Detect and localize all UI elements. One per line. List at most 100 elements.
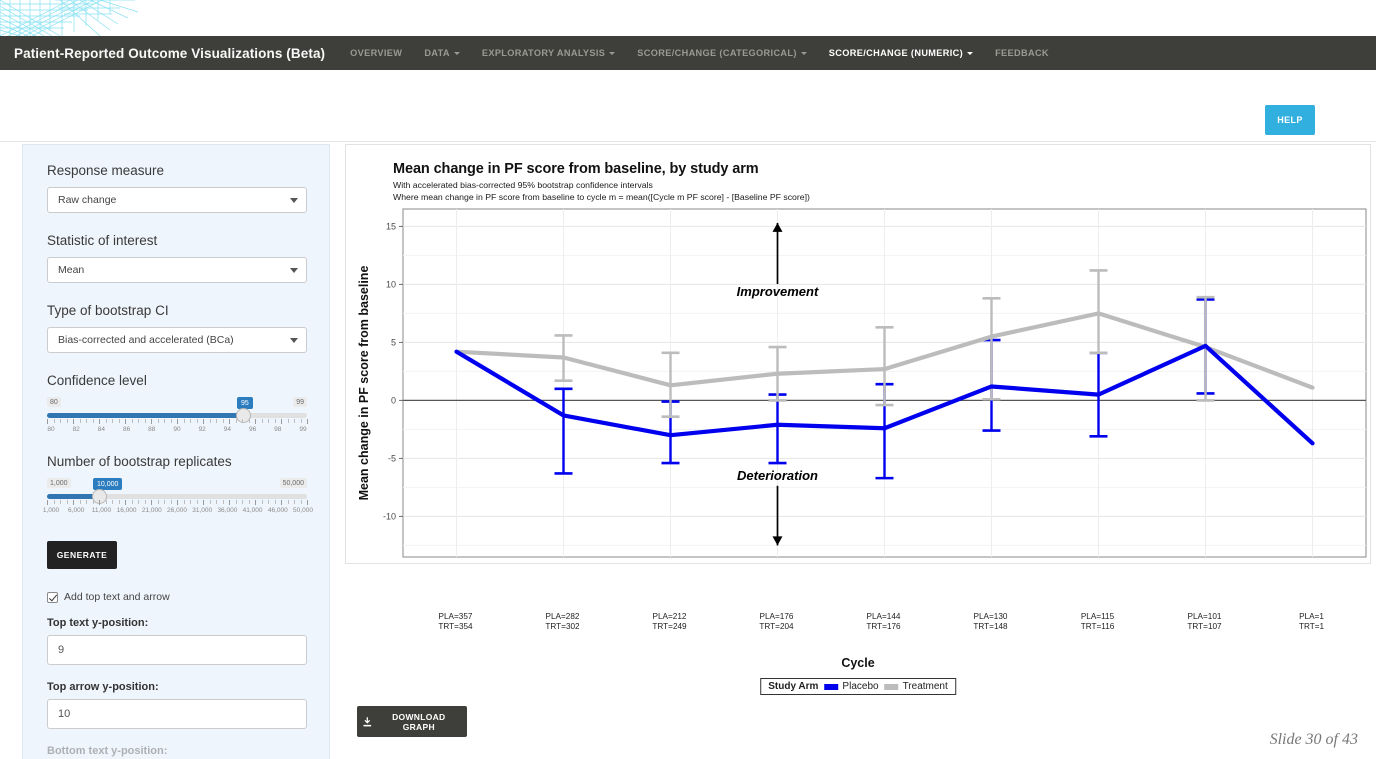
line-chart-svg: 15 10 5 0 -5 -10 Mean change in PF score from … xyxy=(357,208,1367,558)
nav-label: EXPLORATORY ANALYSIS xyxy=(481,48,606,58)
confidence-bubbles: 80 95 99 xyxy=(47,397,307,410)
chevron-down-icon xyxy=(967,52,974,56)
nav-item-score-change-categorical[interactable]: SCORE/CHANGE (CATEGORICAL) xyxy=(626,38,818,68)
response-measure-select[interactable]: Raw change xyxy=(47,187,307,213)
sample-size-block: PLA=1 TRT=1 xyxy=(1299,612,1324,632)
replicates-slider[interactable]: 1,000 10,000 50,000 1,000 6,000 11,000 16,0… xyxy=(43,478,313,517)
slider-tick-label: 98 xyxy=(274,426,282,433)
slider-tick-label: 82 xyxy=(72,426,80,433)
nav-item-overview[interactable]: OVERVIEW xyxy=(339,38,413,68)
sample-size-pla: PLA=176 xyxy=(759,612,794,621)
sample-size-block: PLA=357 TRT=354 xyxy=(438,612,472,632)
chevron-down-icon xyxy=(290,267,298,273)
replicates-track[interactable] xyxy=(47,489,307,504)
legend-title: Study Arm xyxy=(768,681,819,692)
annotation-improvement: Improvement xyxy=(737,284,819,299)
sample-size-pla: PLA=101 xyxy=(1187,612,1222,621)
slider-tick-label: 36,000 xyxy=(217,507,238,514)
slider-tick-label: 46,000 xyxy=(267,507,288,514)
nav-label: DATA xyxy=(424,48,450,58)
sample-size-trt: TRT=302 xyxy=(545,622,580,631)
checkbox-icon[interactable] xyxy=(47,591,58,603)
sample-size-pla: PLA=282 xyxy=(545,612,580,621)
sample-size-trt: TRT=148 xyxy=(973,622,1008,631)
top-text-y-input[interactable]: 9 xyxy=(47,635,307,665)
help-button[interactable]: HELP xyxy=(1265,105,1315,135)
response-measure-label: Response measure xyxy=(47,163,165,178)
legend-swatch-icon xyxy=(824,683,839,690)
add-top-text-checkbox-row[interactable]: Add top text and arrow xyxy=(47,591,305,603)
nav-item-score-change-numeric[interactable]: SCORE/CHANGE (NUMERIC) xyxy=(818,38,984,68)
slide-number: Slide 30 of 43 xyxy=(1269,731,1358,748)
legend-label: Treatment xyxy=(902,681,948,692)
slider-tick-label: 88 xyxy=(148,426,156,433)
replicates-min-label: 1,000 xyxy=(47,478,71,488)
corner-art-svg xyxy=(0,0,139,36)
statistic-value: Mean xyxy=(58,264,85,276)
nav-label: FEEDBACK xyxy=(995,48,1049,58)
y-tick-label: -10 xyxy=(383,512,396,522)
sample-size-block: PLA=130 TRT=148 xyxy=(973,612,1007,632)
replicates-ticks xyxy=(47,500,308,505)
y-tick-label: -5 xyxy=(388,454,396,464)
nav-item-feedback[interactable]: FEEDBACK xyxy=(984,38,1060,68)
slider-tick-label: 96 xyxy=(248,426,257,433)
confidence-scale: 80 82 84 86 88 90 92 94 96 98 99 xyxy=(47,426,307,436)
chart-panel: Mean change in PF score from baseline, b… xyxy=(345,144,1371,564)
slider-tick-label: 80 xyxy=(47,426,55,433)
sample-size-pla: PLA=357 xyxy=(438,612,473,621)
slider-tick-label: 90 xyxy=(173,426,181,433)
ci-type-select[interactable]: Bias-corrected and accelerated (BCa) xyxy=(47,327,307,353)
nav-label: OVERVIEW xyxy=(350,48,403,58)
slider-tick-label: 11,000 xyxy=(91,507,112,514)
legend-entry-treatment: Treatment xyxy=(884,681,948,692)
statistic-select[interactable]: Mean xyxy=(47,257,307,283)
chevron-down-icon xyxy=(290,337,298,343)
chevron-down-icon xyxy=(609,52,616,56)
header-divider xyxy=(0,141,1376,142)
slider-tick-label: 94 xyxy=(223,426,232,433)
slider-tick-label: 26,000 xyxy=(167,507,187,514)
slider-tick-label: 21,000 xyxy=(141,507,162,514)
replicates-label: Number of bootstrap replicates xyxy=(47,454,232,469)
chevron-down-icon xyxy=(290,197,298,203)
nav-item-exploratory-analysis[interactable]: EXPLORATORY ANALYSIS xyxy=(471,38,626,68)
legend-entry-placebo: Placebo xyxy=(824,681,879,692)
slide-corner-decoration xyxy=(0,0,170,36)
top-text-y-label: Top text y-position: xyxy=(47,617,149,629)
generate-button[interactable]: GENERATE xyxy=(47,541,117,569)
replicates-bubbles: 1,000 10,000 50,000 xyxy=(47,478,307,491)
sample-size-trt: TRT=204 xyxy=(759,622,794,631)
nav-item-data[interactable]: DATA xyxy=(413,38,471,68)
nav-label: SCORE/CHANGE (NUMERIC) xyxy=(828,48,964,58)
sample-size-trt: TRT=176 xyxy=(866,622,901,631)
controls-sidebar: Response measure Raw change Statistic of… xyxy=(22,144,330,759)
ci-type-label: Type of bootstrap CI xyxy=(47,303,169,318)
legend-swatch-icon xyxy=(884,683,899,690)
add-top-text-label: Add top text and arrow xyxy=(64,591,170,603)
slider-tick-label: 92 xyxy=(198,426,206,433)
chart-footer: PLA=357 TRT=354 PLA=282 TRT=302 PLA=212 TRT=2… xyxy=(345,566,1371,716)
sample-size-block: PLA=115 TRT=116 xyxy=(1081,612,1115,632)
sample-size-pla: PLA=1 xyxy=(1299,612,1324,621)
download-icon xyxy=(363,716,372,726)
sample-size-trt: TRT=354 xyxy=(438,622,473,631)
top-arrow-y-label: Top arrow y-position: xyxy=(47,681,159,693)
confidence-min-label: 80 xyxy=(47,397,61,407)
slider-tick-label: 99 xyxy=(299,426,307,433)
slider-tick-label: 41,000 xyxy=(242,507,263,514)
replicates-max-label: 50,000 xyxy=(279,478,307,488)
confidence-track[interactable] xyxy=(47,408,307,423)
sample-size-block: PLA=212 TRT=249 xyxy=(652,612,686,632)
sample-size-pla: PLA=144 xyxy=(866,612,901,621)
response-measure-value: Raw change xyxy=(58,194,117,206)
sample-size-pla: PLA=212 xyxy=(652,612,687,621)
confidence-level-slider[interactable]: 80 95 99 80 82 84 86 88 90 92 94 96 98 99 xyxy=(47,397,308,436)
slider-tick-label: 31,000 xyxy=(192,507,213,514)
top-arrow-y-input[interactable]: 10 xyxy=(47,699,307,729)
confidence-ticks xyxy=(47,419,308,424)
bottom-text-y-label: Bottom text y-position: xyxy=(47,745,168,757)
sample-size-block: PLA=144 TRT=176 xyxy=(866,612,900,632)
sample-size-block: PLA=176 TRT=204 xyxy=(759,612,793,632)
slider-tick-label: 6,000 xyxy=(68,507,85,514)
